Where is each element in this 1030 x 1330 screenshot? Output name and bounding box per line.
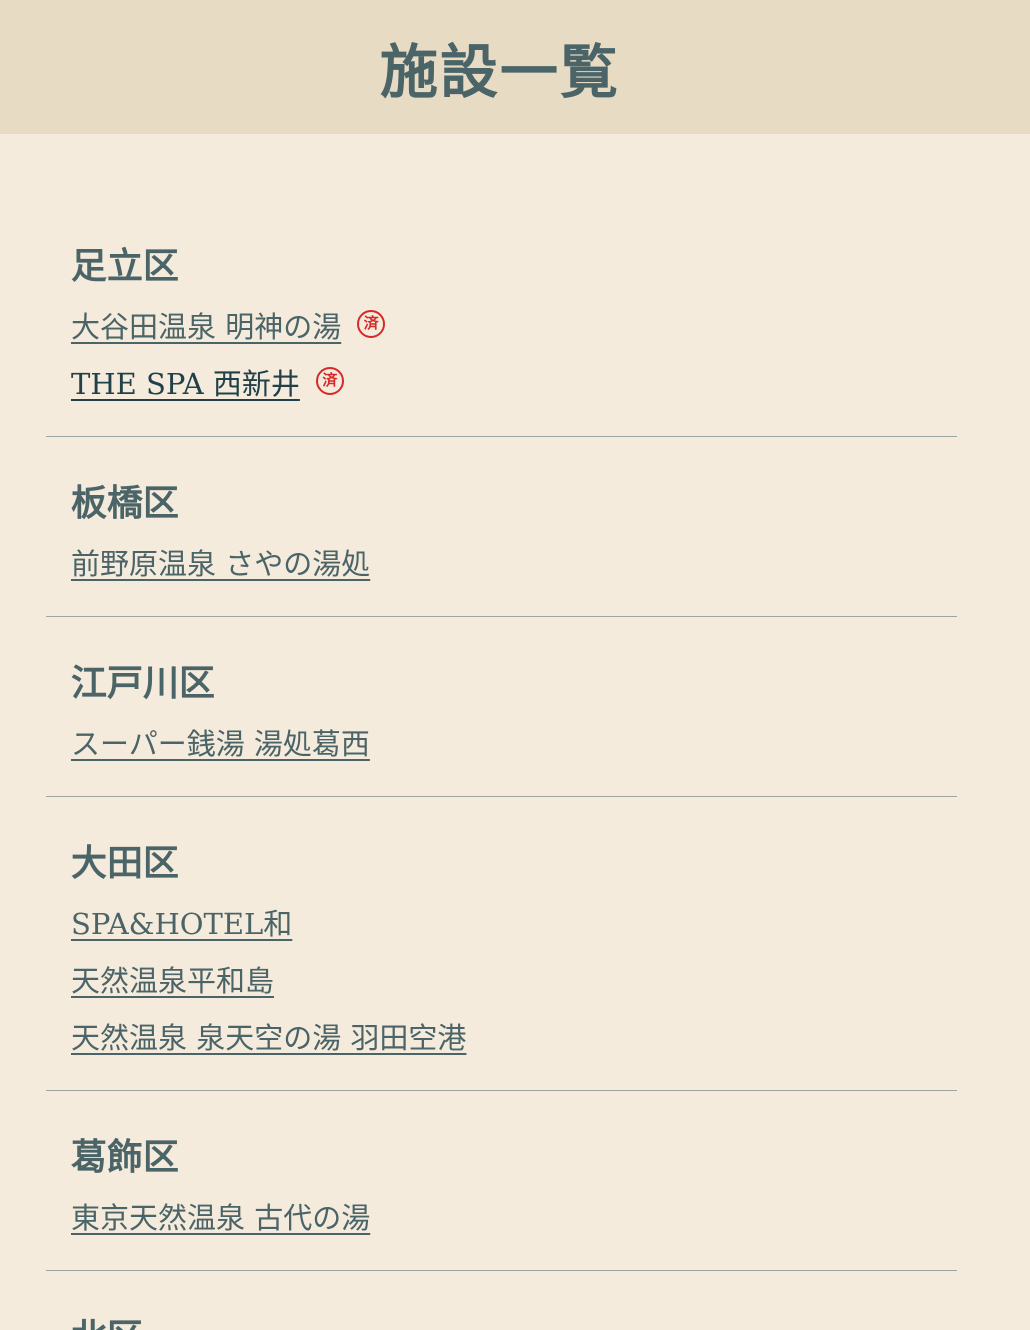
ward-title: 江戸川区 [71,662,216,704]
facility-link[interactable]: スーパー銭湯 湯処葛西 [71,721,370,763]
list-item: 大谷田温泉 明神の湯 済 [71,296,957,353]
visited-stamp-icon: 済 [357,309,386,338]
page-header: 施設一覧 [0,0,1030,134]
ward-section-adachi: 足立区 大谷田温泉 明神の湯 済 THE SPA 西新井 済 [46,244,957,437]
list-item: SPA&HOTEL和 [71,893,957,950]
ward-section-katsushika: 葛飾区 東京天然温泉 古代の湯 [46,1135,957,1271]
list-item: スーパー銭湯 湯処葛西 [71,713,957,770]
list-item: 前野原温泉 さやの湯処 [71,533,957,590]
facility-list: 足立区 大谷田温泉 明神の湯 済 THE SPA 西新井 済 板橋区 前野原温泉… [0,134,957,1330]
ward-section-kita: 北区 [46,1315,957,1330]
list-item: 東京天然温泉 古代の湯 [71,1187,957,1244]
facility-link[interactable]: SPA&HOTEL和 [71,901,292,943]
page-title: 施設一覧 [379,38,620,106]
ward-title: 葛飾区 [71,1136,180,1178]
list-item: 天然温泉平和島 [71,950,957,1007]
facility-link[interactable]: 天然温泉平和島 [71,958,274,1000]
ward-title: 足立区 [71,245,180,287]
list-item: THE SPA 西新井 済 [71,353,957,410]
facility-link[interactable]: 東京天然温泉 古代の湯 [71,1195,370,1237]
ward-title: 大田区 [71,842,180,884]
list-item: 天然温泉 泉天空の湯 羽田空港 [71,1007,957,1064]
facility-link[interactable]: 大谷田温泉 明神の湯 [71,304,341,346]
visited-stamp-icon: 済 [315,366,344,395]
ward-section-itabashi: 板橋区 前野原温泉 さやの湯処 [46,481,957,617]
facility-link[interactable]: 天然温泉 泉天空の湯 羽田空港 [71,1015,466,1057]
ward-section-ota: 大田区 SPA&HOTEL和 天然温泉平和島 天然温泉 泉天空の湯 羽田空港 [46,841,957,1091]
facility-link[interactable]: 前野原温泉 さやの湯処 [71,541,370,583]
ward-title: 板橋区 [71,482,180,524]
ward-title: 北区 [71,1315,957,1330]
facility-link[interactable]: THE SPA 西新井 [71,361,300,403]
ward-section-edogawa: 江戸川区 スーパー銭湯 湯処葛西 [46,661,957,797]
